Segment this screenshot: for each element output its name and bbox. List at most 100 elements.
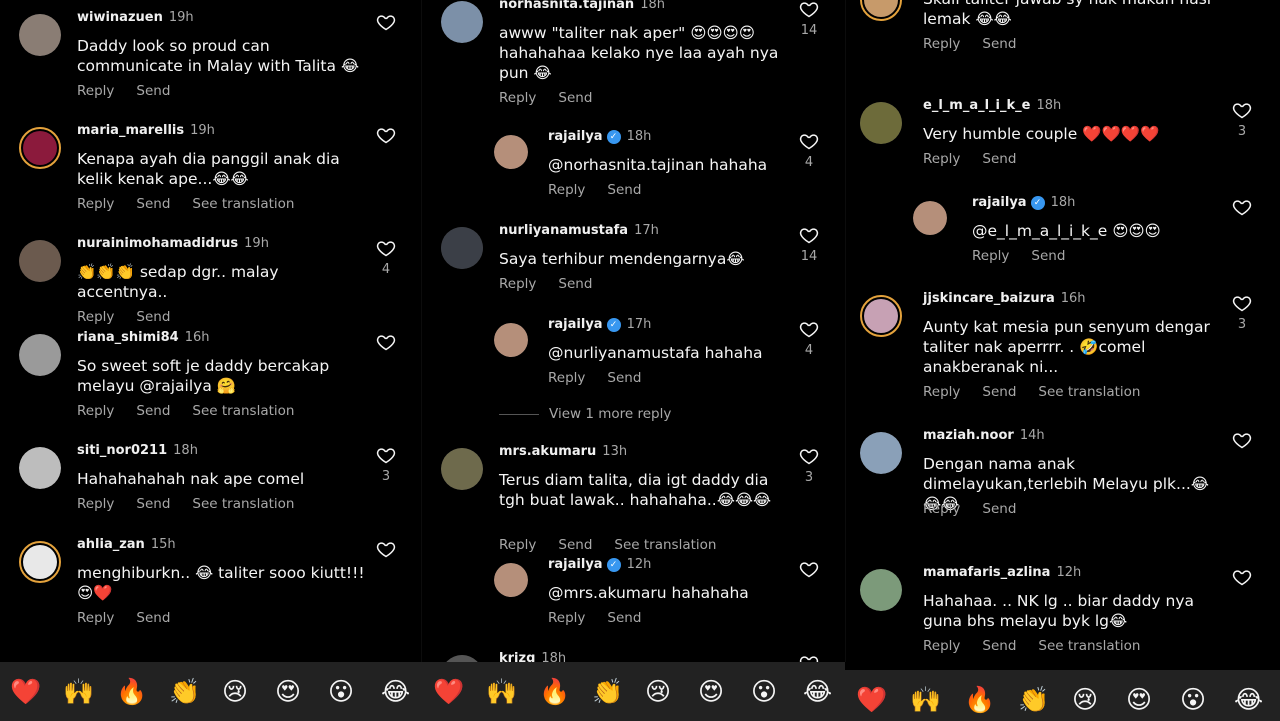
reply-button[interactable]: Reply (548, 610, 585, 626)
emoji-fire-icon[interactable]: 🔥 (116, 677, 147, 707)
send-button[interactable]: Send (136, 403, 170, 419)
username-text[interactable]: mrs.akumaru (499, 444, 596, 459)
avatar[interactable] (19, 541, 61, 583)
send-button[interactable]: Send (607, 370, 641, 386)
see-translation-button[interactable]: See translation (192, 403, 294, 419)
username-text[interactable]: rajailya (548, 317, 603, 332)
heart-outline-icon[interactable] (376, 12, 396, 32)
username-text[interactable]: norhasnita.tajinan (499, 0, 634, 12)
emoji-fire-icon[interactable]: 🔥 (964, 685, 995, 715)
emoji-raised-hands-icon[interactable]: 🙌 (486, 677, 517, 707)
send-button[interactable]: Send (136, 496, 170, 512)
avatar[interactable] (441, 655, 483, 662)
view-more-label[interactable]: View 1 more reply (549, 406, 671, 422)
username-text[interactable]: nurainimohamadidrus (77, 236, 238, 251)
reply-button[interactable]: Reply (923, 151, 960, 167)
reply-button[interactable]: Reply (923, 638, 960, 654)
reply-button[interactable]: Reply (499, 276, 536, 292)
comment-username[interactable]: ahlia_zan 15h (77, 537, 176, 552)
username-text[interactable]: riana_shimi84 (77, 330, 179, 345)
heart-outline-icon[interactable] (1232, 100, 1252, 120)
emoji-clap-icon[interactable]: 👏 (1018, 685, 1049, 715)
send-button[interactable]: Send (982, 501, 1016, 517)
avatar[interactable] (860, 569, 902, 611)
emoji-heart-icon[interactable]: ❤️ (10, 677, 41, 707)
reply-button[interactable]: Reply (548, 370, 585, 386)
reply-button[interactable]: Reply (77, 196, 114, 212)
avatar[interactable] (494, 563, 528, 597)
emoji-wow-icon[interactable]: 😮 (1180, 685, 1206, 715)
heart-outline-icon[interactable] (1232, 293, 1252, 313)
see-translation-button[interactable]: See translation (192, 496, 294, 512)
avatar[interactable] (860, 432, 902, 474)
reply-button[interactable]: Reply (77, 496, 114, 512)
send-button[interactable]: Send (136, 196, 170, 212)
comment-username[interactable]: rajailya ✓ 17h (548, 317, 651, 332)
avatar[interactable] (441, 1, 483, 43)
heart-outline-icon[interactable] (799, 0, 819, 19)
send-button[interactable]: Send (136, 610, 170, 626)
comment-username[interactable]: rajailya ✓ 18h (972, 195, 1075, 210)
emoji-clap-icon[interactable]: 👏 (169, 677, 200, 707)
see-translation-button[interactable]: See translation (1038, 638, 1140, 654)
emoji-heart-icon[interactable]: ❤️ (433, 677, 464, 707)
emoji-cry-icon[interactable]: 😢 (645, 677, 671, 707)
username-text[interactable]: rajailya (548, 557, 603, 572)
comment-username[interactable]: e_l_m_a_l_i_k_e 18h (923, 98, 1061, 113)
emoji-heart-icon[interactable]: ❤️ (856, 685, 887, 715)
reply-button[interactable]: Reply (923, 501, 960, 517)
comment-username[interactable]: nurliyanamustafa 17h (499, 223, 659, 238)
reply-button[interactable]: Reply (499, 90, 536, 106)
heart-outline-icon[interactable] (376, 332, 396, 352)
avatar[interactable] (19, 447, 61, 489)
emoji-heart-eyes-icon[interactable]: 😍 (275, 677, 301, 707)
username-text[interactable]: maria_marellis (77, 123, 184, 138)
emoji-fire-icon[interactable]: 🔥 (539, 677, 570, 707)
avatar[interactable] (441, 227, 483, 269)
username-text[interactable]: rajailya (972, 195, 1027, 210)
username-text[interactable]: e_l_m_a_l_i_k_e (923, 98, 1030, 113)
reply-button[interactable]: Reply (77, 83, 114, 99)
reply-button[interactable]: Reply (923, 384, 960, 400)
heart-outline-icon[interactable] (376, 445, 396, 465)
comment-username[interactable]: norhasnita.tajinan 18h (499, 0, 665, 12)
username-text[interactable]: siti_nor0211 (77, 443, 167, 458)
emoji-wow-icon[interactable]: 😮 (751, 677, 777, 707)
send-button[interactable]: Send (558, 90, 592, 106)
emoji-heart-eyes-icon[interactable]: 😍 (698, 677, 724, 707)
heart-outline-icon[interactable] (1232, 567, 1252, 587)
send-button[interactable]: Send (1031, 248, 1065, 264)
username-text[interactable]: nurliyanamustafa (499, 223, 628, 238)
comment-username[interactable]: mamafaris_azlina 12h (923, 565, 1081, 580)
heart-outline-icon[interactable] (799, 131, 819, 151)
username-text[interactable]: maziah.noor (923, 428, 1014, 443)
avatar[interactable] (19, 14, 61, 56)
heart-outline-icon[interactable] (799, 225, 819, 245)
send-button[interactable]: Send (136, 83, 170, 99)
avatar[interactable] (19, 127, 61, 169)
username-text[interactable]: krizg (499, 651, 535, 662)
username-text[interactable]: mamafaris_azlina (923, 565, 1050, 580)
emoji-laugh-icon[interactable]: 😂 (803, 677, 832, 707)
comment-username[interactable]: rajailya ✓ 18h (548, 129, 651, 144)
send-button[interactable]: Send (982, 151, 1016, 167)
send-button[interactable]: Send (558, 276, 592, 292)
send-button[interactable]: Send (982, 36, 1016, 52)
username-text[interactable]: ahlia_zan (77, 537, 145, 552)
comment-username[interactable]: nurainimohamadidrus 19h (77, 236, 269, 251)
reply-button[interactable]: Reply (923, 36, 960, 52)
comment-username[interactable]: wiwinazuen 19h (77, 10, 194, 25)
reply-button[interactable]: Reply (972, 248, 1009, 264)
avatar[interactable] (441, 448, 483, 490)
comment-username[interactable]: maziah.noor 14h (923, 428, 1045, 443)
heart-outline-icon[interactable] (1232, 430, 1252, 450)
view-more-replies-button[interactable]: View 1 more reply (499, 406, 671, 422)
emoji-clap-icon[interactable]: 👏 (592, 677, 623, 707)
reply-button[interactable]: Reply (548, 182, 585, 198)
emoji-laugh-icon[interactable]: 😂 (381, 677, 410, 707)
heart-outline-icon[interactable] (376, 238, 396, 258)
see-translation-button[interactable]: See translation (192, 196, 294, 212)
comment-username[interactable]: jjskincare_baizura 16h (923, 291, 1086, 306)
avatar[interactable] (860, 295, 902, 337)
avatar[interactable] (860, 102, 902, 144)
